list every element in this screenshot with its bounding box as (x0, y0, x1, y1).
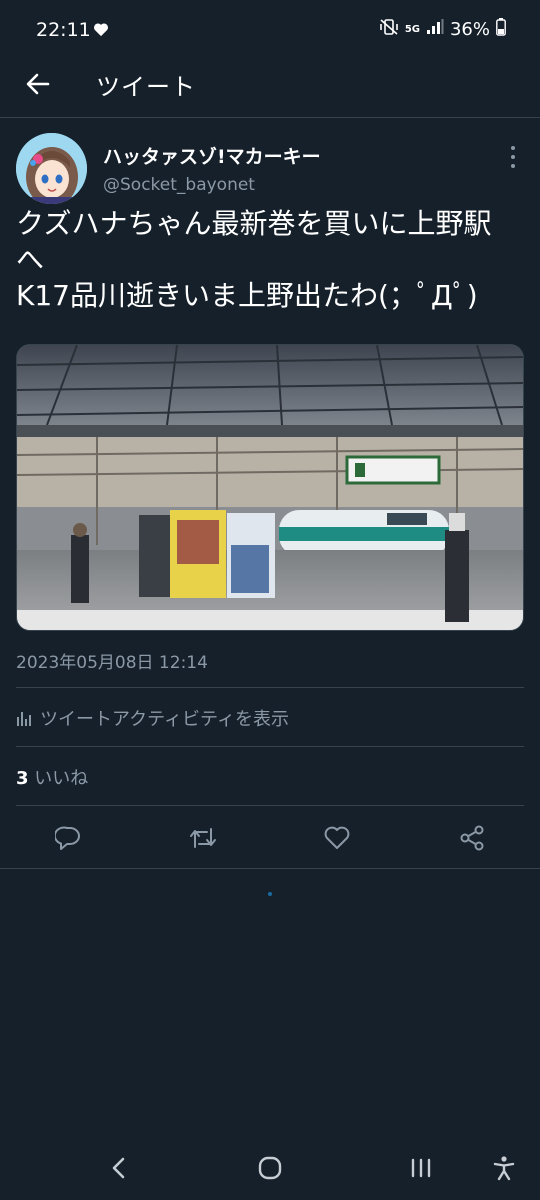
arrow-left-icon (26, 73, 50, 95)
tweet-activity-label: ツイートアクティビティを表示 (40, 709, 289, 730)
system-nav-bar (0, 1140, 540, 1200)
share-icon (460, 825, 484, 851)
share-button[interactable] (452, 818, 492, 858)
retweet-icon (190, 828, 216, 848)
more-vertical-icon (511, 146, 515, 150)
likes-count[interactable]: 3 いいね (16, 764, 88, 790)
display-name[interactable]: ハッタァスゾ!マカーキー (103, 142, 321, 169)
user-handle[interactable]: @Socket_bayonet (103, 175, 255, 195)
network-type-label: 5G (404, 23, 420, 35)
activity-divider (16, 746, 524, 747)
battery-percent: 36% (449, 19, 490, 40)
chevron-left-icon (112, 1157, 125, 1179)
status-bar: 22:11 5G 36% (0, 0, 540, 60)
battery-icon (496, 18, 506, 41)
tweet-actions (0, 818, 540, 858)
reply-button[interactable] (48, 818, 88, 858)
header-divider (0, 117, 540, 118)
like-button[interactable] (317, 818, 357, 858)
nav-back-button[interactable] (97, 1146, 141, 1190)
status-time: 22:11 (36, 19, 91, 41)
vibrate-mute-icon (379, 18, 399, 41)
loading-indicator (268, 892, 272, 896)
reply-icon (55, 826, 80, 850)
home-circle-icon (258, 1156, 282, 1180)
nav-recents-button[interactable] (399, 1146, 443, 1190)
accessibility-icon (493, 1156, 515, 1181)
tweet-text: クズハナちゃん最新巻を買いに上野駅 へ K17品川逝きいま上野出たわ(；ﾟДﾟ) (16, 206, 526, 314)
like-count-label: いいね (34, 768, 89, 789)
tweet-photo[interactable] (16, 344, 524, 631)
heart-icon (324, 826, 350, 849)
recents-icon (411, 1158, 431, 1178)
page-title: ツイート (96, 73, 196, 101)
like-count-value: 3 (16, 768, 29, 789)
signal-icon (426, 19, 444, 40)
tweet-text-line: K17品川逝きいま上野出たわ(；ﾟДﾟ) (16, 279, 478, 312)
tweet-activity-link[interactable]: ツイートアクティビティを表示 (16, 705, 289, 731)
actions-divider (0, 868, 540, 869)
bar-chart-icon (17, 712, 31, 726)
nav-home-button[interactable] (248, 1146, 292, 1190)
tweet-timestamp: 2023年05月08日 12:14 (16, 653, 208, 673)
tweet-text-line: クズハナちゃん最新巻を買いに上野駅 (16, 207, 492, 240)
retweet-button[interactable] (183, 818, 223, 858)
top-bar: ツイート (0, 60, 540, 116)
status-indicators: 5G 36% (379, 18, 506, 41)
likes-divider (16, 805, 524, 806)
more-options-button[interactable] (505, 146, 521, 168)
back-button[interactable] (22, 68, 54, 100)
avatar[interactable] (16, 133, 87, 204)
meta-divider (16, 687, 524, 688)
nav-accessibility-button[interactable] (482, 1146, 526, 1190)
heart-status-icon (93, 22, 109, 41)
tweet-text-line: へ (16, 243, 45, 276)
